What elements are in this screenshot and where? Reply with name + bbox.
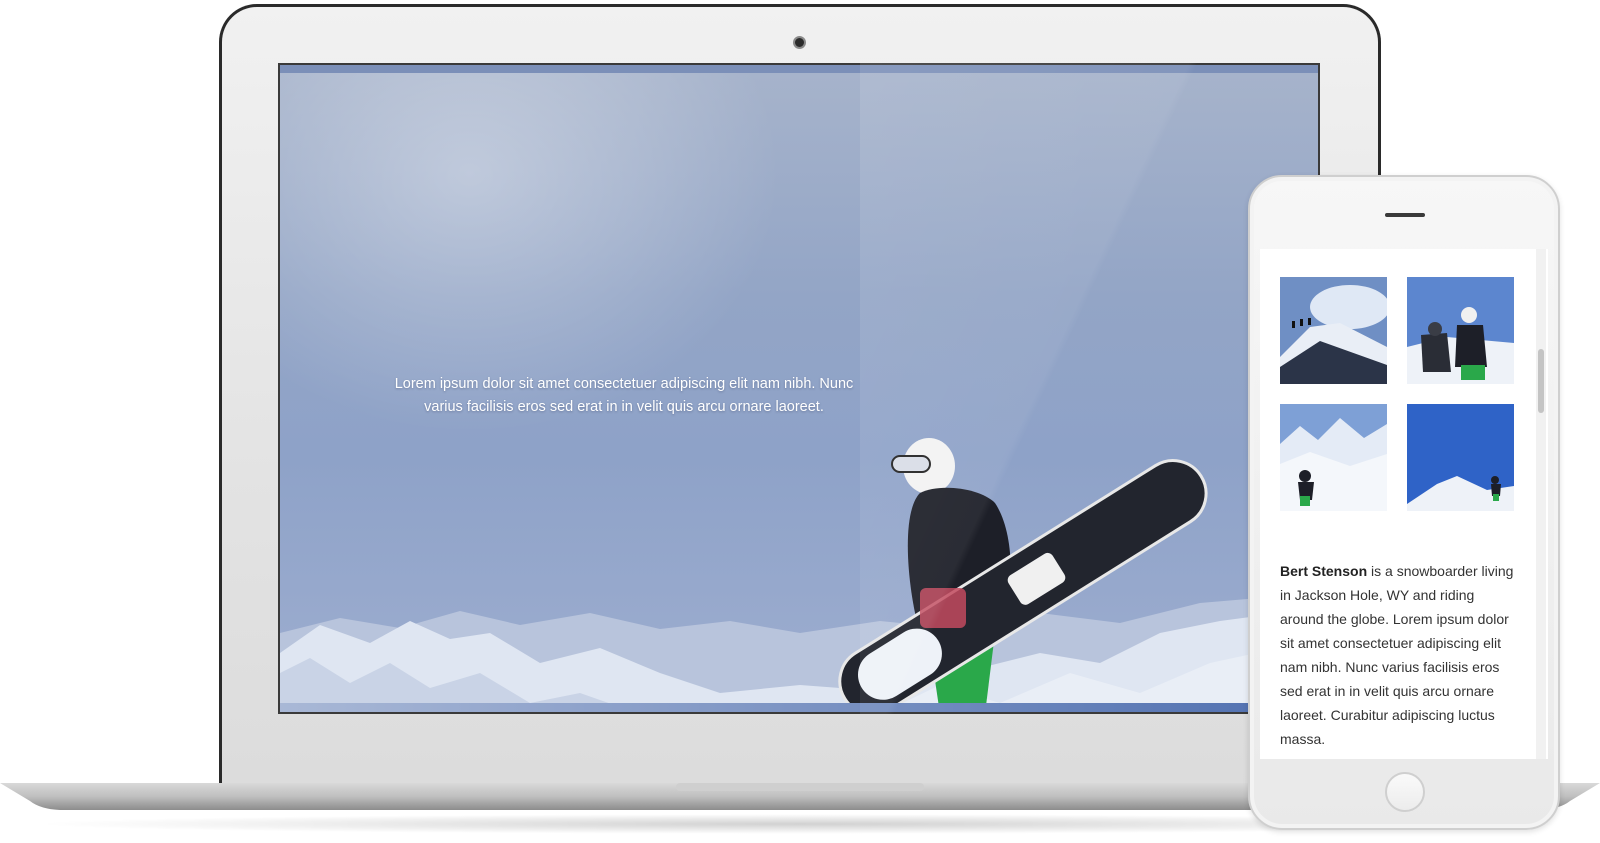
gallery-thumb[interactable] [1407,404,1514,511]
phone-screen[interactable]: Bert Stenson is a snowboarder living in … [1260,249,1548,759]
webcam-icon [793,36,806,49]
screen-top-bar [280,65,1318,73]
home-button[interactable] [1385,772,1425,812]
mountain-ridge-hikers-photo-icon [1280,277,1387,384]
laptop-notch [676,783,924,791]
gallery-thumb[interactable] [1280,277,1387,384]
snowboarders-photo-icon [1407,277,1514,384]
phone-scroll-track [1536,249,1546,759]
hero-section: Lorem ipsum dolor sit amet consectetuer … [280,73,1318,712]
laptop-screen: Lorem ipsum dolor sit amet consectetuer … [278,63,1320,714]
gallery-thumb[interactable] [1407,277,1514,384]
athlete-bio: Bert Stenson is a snowboarder living in … [1280,559,1520,751]
gallery-thumb[interactable] [1280,404,1387,511]
bio-text: is a snowboarder living in Jackson Hole,… [1280,563,1514,747]
photo-gallery [1280,277,1514,511]
snowy-peaks-rider-photo-icon [1280,404,1387,511]
device-mockup-stage: Lorem ipsum dolor sit amet consectetuer … [0,0,1600,843]
phone-scrollbar[interactable] [1538,349,1544,413]
hero-caption: Lorem ipsum dolor sit amet consectetuer … [394,376,854,415]
blue-sky-rider-photo-icon [1407,404,1514,511]
phone-speaker-icon [1385,213,1425,217]
phone-device: Bert Stenson is a snowboarder living in … [1248,175,1560,830]
athlete-name: Bert Stenson [1280,563,1368,579]
screen-bottom-bar [280,703,1318,712]
